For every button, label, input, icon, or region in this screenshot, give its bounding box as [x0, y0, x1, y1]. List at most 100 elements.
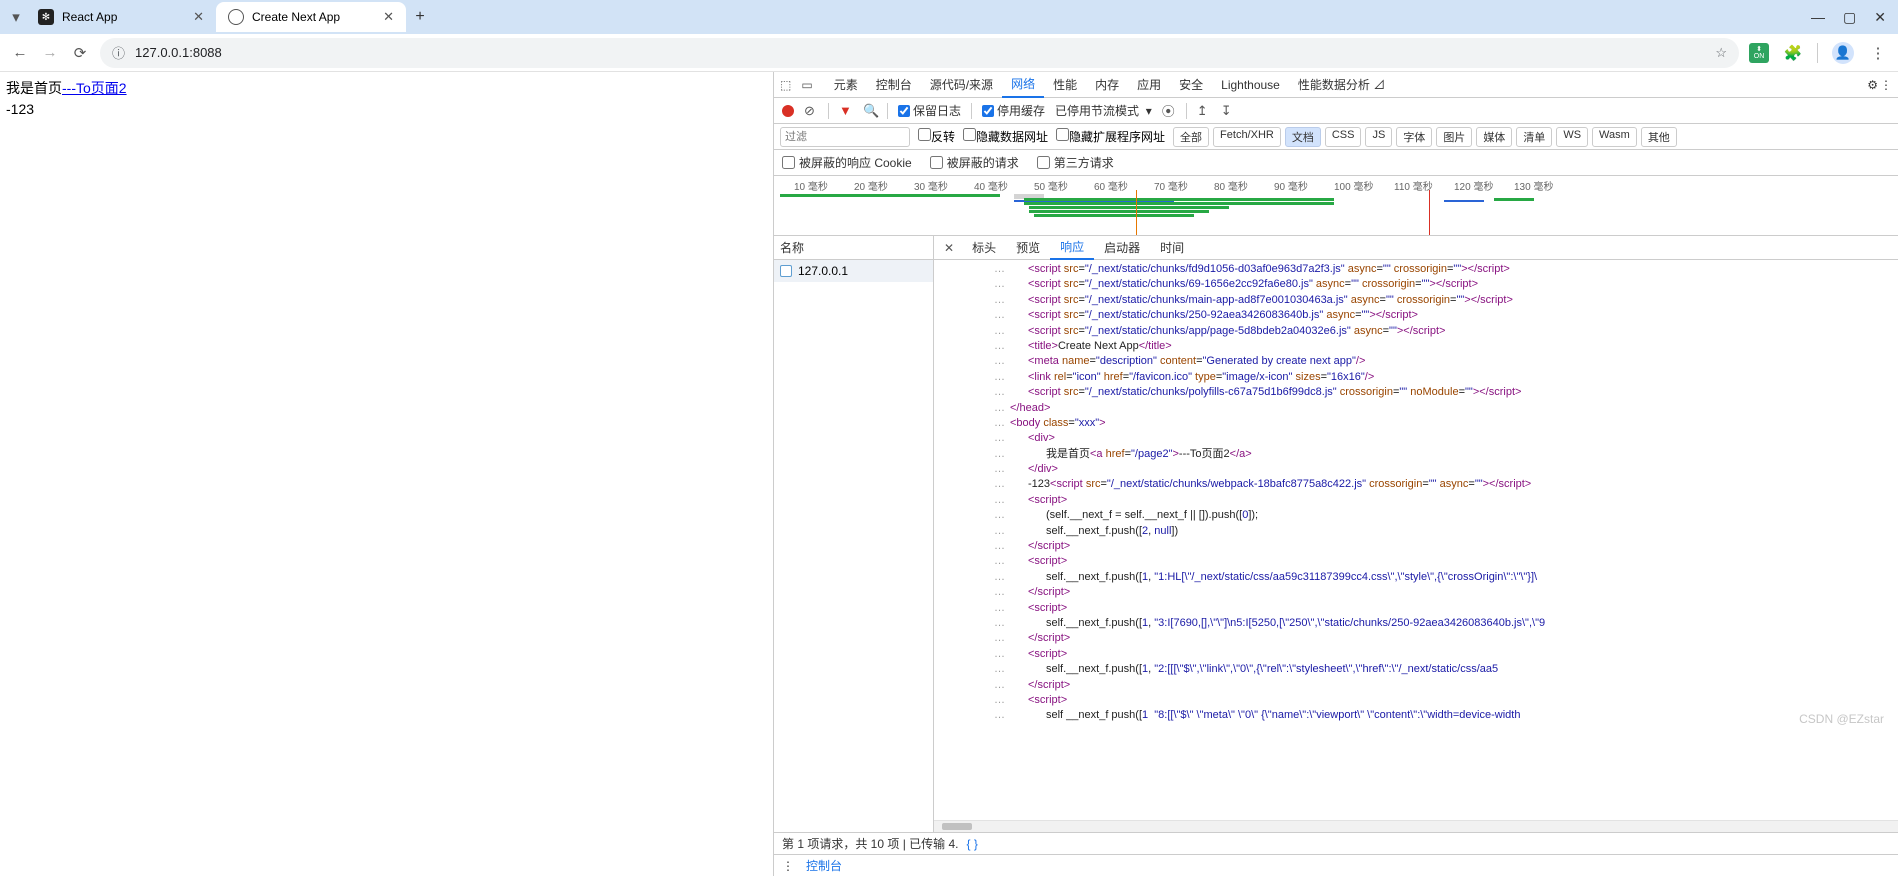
code-line[interactable]: …<script src="/_next/static/chunks/69-16…	[974, 277, 1898, 292]
close-icon[interactable]: ✕	[383, 9, 394, 25]
download-icon[interactable]: ↧	[1221, 103, 1235, 119]
code-line[interactable]: …</div>	[974, 462, 1898, 477]
throttle-select[interactable]: 已停用节流模式 ▾	[1055, 102, 1152, 119]
tab-next-app[interactable]: Create Next App ✕	[216, 2, 406, 32]
inspect-icon[interactable]: ⬚	[780, 78, 791, 92]
profile-avatar[interactable]: 👤	[1832, 42, 1854, 64]
code-line[interactable]: …</script>	[974, 539, 1898, 554]
code-line[interactable]: …<script src="/_next/static/chunks/app/p…	[974, 324, 1898, 339]
reload-icon[interactable]: ⟳	[70, 44, 90, 62]
devtools-tab[interactable]: Lighthouse	[1212, 72, 1289, 98]
response-tab[interactable]: 响应	[1050, 236, 1094, 260]
filter-icon[interactable]: ▼	[839, 103, 853, 118]
maximize-icon[interactable]: ▢	[1843, 9, 1856, 26]
tab-menu-icon[interactable]: ▾	[6, 8, 26, 26]
blocked-requests-checkbox[interactable]: 被屏蔽的请求	[930, 154, 1019, 171]
response-tab[interactable]: 时间	[1150, 236, 1194, 260]
third-party-checkbox[interactable]: 第三方请求	[1037, 154, 1114, 171]
hide-ext-checkbox[interactable]: 隐藏扩展程序网址	[1056, 128, 1165, 145]
devtools-tab[interactable]: 内存	[1086, 72, 1128, 98]
filter-chip[interactable]: 媒体	[1476, 127, 1512, 147]
code-line[interactable]: …<script src="/_next/static/chunks/main-…	[974, 293, 1898, 308]
pretty-print-icon[interactable]: { }	[967, 837, 978, 851]
disable-cache-checkbox[interactable]: 停用缓存	[982, 102, 1045, 119]
code-line[interactable]: …self.__next_f.push([2, null])	[974, 524, 1898, 539]
request-row[interactable]: 127.0.0.1	[774, 260, 933, 282]
filter-chip[interactable]: 清单	[1516, 127, 1552, 147]
new-tab-button[interactable]: +	[406, 3, 434, 31]
site-info-icon[interactable]: ⓘ	[112, 43, 125, 62]
code-line[interactable]: …self.__next_f.push([1, "3:I[7690,[],\"\…	[974, 616, 1898, 631]
code-line[interactable]: …<script>	[974, 601, 1898, 616]
back-icon[interactable]: ←	[10, 44, 30, 61]
url-input[interactable]: ⓘ 127.0.0.1:8088 ☆	[100, 38, 1739, 68]
filter-chip[interactable]: Wasm	[1592, 127, 1637, 147]
code-line[interactable]: …</script>	[974, 678, 1898, 693]
more-icon[interactable]: ⋮	[1880, 78, 1892, 92]
drawer-console-tab[interactable]: 控制台	[806, 857, 842, 874]
filter-input[interactable]	[780, 127, 910, 147]
blocked-cookies-checkbox[interactable]: 被屏蔽的响应 Cookie	[782, 154, 912, 171]
device-icon[interactable]: ▭	[801, 78, 812, 92]
code-line[interactable]: …<div>	[974, 431, 1898, 446]
devtools-tab[interactable]: 性能数据分析 ⊿	[1289, 72, 1394, 98]
code-line[interactable]: …<script src="/_next/static/chunks/polyf…	[974, 385, 1898, 400]
devtools-tab[interactable]: 安全	[1170, 72, 1212, 98]
code-line[interactable]: …<script>	[974, 693, 1898, 708]
response-tab[interactable]: 标头	[962, 236, 1006, 260]
close-window-icon[interactable]: ✕	[1874, 9, 1886, 26]
menu-icon[interactable]: ⋮	[1868, 43, 1888, 63]
code-line[interactable]: …<link rel="icon" href="/favicon.ico" ty…	[974, 370, 1898, 385]
invert-checkbox[interactable]: 反转	[918, 128, 955, 145]
network-timeline[interactable]: 10 毫秒20 毫秒30 毫秒40 毫秒50 毫秒60 毫秒70 毫秒80 毫秒…	[774, 176, 1898, 236]
code-line[interactable]: …我是首页<a href="/page2">---To页面2</a>	[974, 447, 1898, 462]
preserve-log-checkbox[interactable]: 保留日志	[898, 102, 961, 119]
bookmark-icon[interactable]: ☆	[1715, 45, 1727, 61]
devtools-tab[interactable]: 源代码/来源	[921, 72, 1002, 98]
tab-react-app[interactable]: ✻ React App ✕	[26, 2, 216, 32]
extension-badge[interactable]: ⬍ON	[1749, 43, 1769, 63]
code-line[interactable]: …<script>	[974, 493, 1898, 508]
code-line[interactable]: …self.__next_f.push([1, "2:[[[\"$\",\"li…	[974, 662, 1898, 677]
response-tab[interactable]: 预览	[1006, 236, 1050, 260]
code-line[interactable]: …<script src="/_next/static/chunks/fd9d1…	[974, 262, 1898, 277]
filter-chip[interactable]: 全部	[1173, 127, 1209, 147]
code-line[interactable]: …self.__next_f.push([1, "1:HL[\"/_next/s…	[974, 570, 1898, 585]
code-line[interactable]: …</script>	[974, 585, 1898, 600]
code-line[interactable]: …<script>	[974, 647, 1898, 662]
to-page2-link[interactable]: ---To页面2	[62, 80, 127, 96]
forward-icon[interactable]: →	[40, 44, 60, 61]
horizontal-scrollbar[interactable]	[934, 820, 1898, 832]
filter-chip[interactable]: Fetch/XHR	[1213, 127, 1281, 147]
close-panel-icon[interactable]: ✕	[938, 241, 960, 255]
code-line[interactable]: …(self.__next_f = self.__next_f || []).p…	[974, 508, 1898, 523]
code-line[interactable]: …</script>	[974, 631, 1898, 646]
devtools-tab[interactable]: 性能	[1044, 72, 1086, 98]
filter-chip[interactable]: 其他	[1641, 127, 1677, 147]
wifi-icon[interactable]: ⦿	[1162, 101, 1176, 120]
code-line[interactable]: …-123<script src="/_next/static/chunks/w…	[974, 477, 1898, 492]
code-line[interactable]: …</head>	[974, 401, 1898, 416]
devtools-tab[interactable]: 网络	[1002, 72, 1044, 98]
clear-icon[interactable]: ⊘	[804, 103, 818, 119]
drawer-menu-icon[interactable]: ⋮	[782, 859, 794, 873]
code-line[interactable]: …<script src="/_next/static/chunks/250-9…	[974, 308, 1898, 323]
upload-icon[interactable]: ↥	[1197, 103, 1211, 119]
code-line[interactable]: …<script>	[974, 554, 1898, 569]
devtools-tab[interactable]: 应用	[1128, 72, 1170, 98]
devtools-tab[interactable]: 控制台	[867, 72, 921, 98]
filter-chip[interactable]: CSS	[1325, 127, 1362, 147]
search-icon[interactable]: 🔍	[863, 103, 877, 119]
filter-chip[interactable]: WS	[1556, 127, 1588, 147]
code-line[interactable]: …<title>Create Next App</title>	[974, 339, 1898, 354]
record-icon[interactable]	[782, 105, 794, 117]
code-line[interactable]: …self __next_f push([1 "8:[[\"$\" \"meta…	[974, 708, 1898, 723]
devtools-tab[interactable]: 元素	[825, 72, 867, 98]
filter-chip[interactable]: 图片	[1436, 127, 1472, 147]
response-tab[interactable]: 启动器	[1094, 236, 1150, 260]
filter-chip[interactable]: 文档	[1285, 127, 1321, 147]
extensions-icon[interactable]: 🧩	[1783, 43, 1803, 63]
request-list-header[interactable]: 名称	[774, 236, 933, 260]
settings-icon[interactable]: ⚙	[1867, 78, 1878, 92]
close-icon[interactable]: ✕	[193, 9, 204, 25]
